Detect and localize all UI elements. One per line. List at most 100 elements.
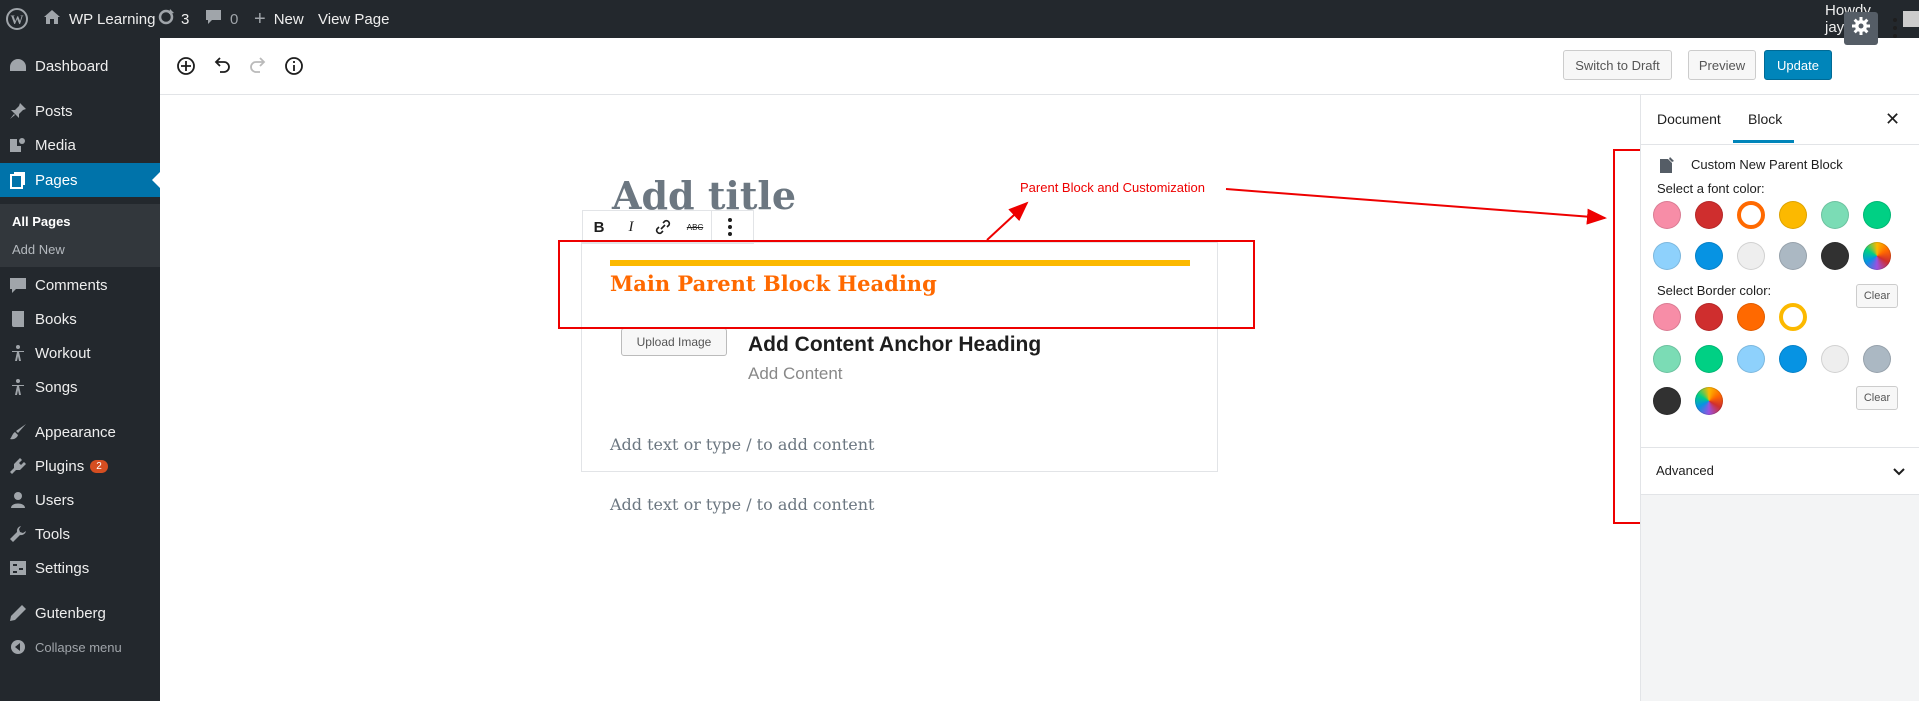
annotation-label: Parent Block and Customization [1020,180,1205,195]
submenu-all-pages[interactable]: All Pages [12,214,71,229]
font-color-swatch[interactable] [1779,242,1807,270]
plugins-update-badge: 2 [90,460,108,474]
sidebar-item-tools[interactable]: Tools [0,517,160,551]
sidebar-item-songs[interactable]: Songs [0,370,160,404]
font-color-swatch[interactable] [1863,242,1891,270]
annotation-box-block [558,240,1255,329]
comment-icon [8,275,28,295]
tab-block[interactable]: Block [1748,111,1782,127]
border-color-swatch[interactable] [1779,345,1807,373]
collapse-menu-button[interactable]: Collapse menu [0,630,160,664]
active-menu-arrow [152,172,160,188]
link-icon[interactable] [647,211,679,243]
add-content-field[interactable]: Add Content [748,364,843,384]
undo-icon[interactable] [210,54,234,78]
font-color-swatch[interactable] [1695,242,1723,270]
bold-button[interactable]: B [583,211,615,243]
content-anchor-heading[interactable]: Add Content Anchor Heading [748,333,1041,357]
sidebar-item-label: Dashboard [35,57,109,75]
pages-submenu: All Pages Add New [0,204,160,267]
figure-icon [8,343,28,363]
settings-icon [8,558,28,578]
view-page-label: View Page [318,10,390,28]
border-color-swatch[interactable] [1653,345,1681,373]
advanced-label: Advanced [1656,463,1714,478]
border-color-swatch[interactable] [1695,345,1723,373]
block-toolbar: B I ABC [582,210,754,244]
figure-icon [8,377,28,397]
italic-button[interactable]: I [615,211,647,243]
font-color-swatch[interactable] [1821,201,1849,229]
border-color-swatch[interactable] [1863,345,1891,373]
sidebar-item-workout[interactable]: Workout [0,336,160,370]
sidebar-item-books[interactable]: Books [0,302,160,336]
book-icon [8,309,28,329]
preview-button[interactable]: Preview [1688,50,1756,80]
font-color-swatch[interactable] [1695,201,1723,229]
sidebar-item-pages[interactable]: Pages [0,163,160,197]
svg-text:W: W [11,12,24,27]
font-color-swatch[interactable] [1653,242,1681,270]
sidebar-item-posts[interactable]: Posts [0,94,160,128]
border-color-swatch[interactable] [1653,303,1681,331]
advanced-panel-toggle[interactable]: Advanced [1641,447,1919,495]
updates-link[interactable]: 3 [157,0,189,38]
info-icon[interactable] [282,54,306,78]
sidebar-item-plugins[interactable]: Plugins 2 [0,449,160,483]
editor-toolbar: Switch to Draft Preview Update [160,38,1919,95]
settings-toggle-button[interactable] [1844,12,1878,45]
font-color-clear-button[interactable]: Clear [1856,284,1898,308]
sidebar-item-label: Comments [35,276,108,294]
refresh-icon [157,8,175,30]
new-content-link[interactable]: + New [254,0,304,38]
new-label: New [273,10,304,28]
pin-icon [8,101,28,121]
updates-count: 3 [181,10,190,28]
site-name-link[interactable]: WP Learning [43,0,155,38]
wordpress-logo-icon[interactable]: W [6,0,28,38]
active-tab-indicator [1733,140,1794,143]
border-color-swatch[interactable] [1779,303,1807,331]
border-color-clear-button[interactable]: Clear [1856,386,1898,410]
pencil-icon [8,603,28,623]
update-button[interactable]: Update [1764,50,1832,80]
sidebar-item-media[interactable]: Media [0,128,160,162]
sidebar-item-gutenberg[interactable]: Gutenberg [0,596,160,630]
view-page-link[interactable]: View Page [318,0,389,38]
add-block-icon[interactable] [174,54,198,78]
tab-document[interactable]: Document [1657,111,1721,127]
sidebar-item-label: Gutenberg [35,604,106,622]
font-color-swatch[interactable] [1737,201,1765,229]
font-color-swatch[interactable] [1779,201,1807,229]
admin-bar: W WP Learning 3 0 + New View Page Howdy,… [0,0,1919,38]
close-icon[interactable]: ✕ [1885,109,1900,130]
gear-icon [1851,16,1871,41]
sidebar-item-settings[interactable]: Settings [0,551,160,585]
font-color-swatch[interactable] [1863,201,1891,229]
strikethrough-button[interactable]: ABC [679,211,711,243]
switch-to-draft-button[interactable]: Switch to Draft [1563,50,1672,80]
submenu-add-new[interactable]: Add New [12,242,65,257]
redo-icon[interactable] [246,54,270,78]
inner-paragraph-placeholder[interactable]: Add text or type / to add content [610,435,874,454]
border-color-swatch[interactable] [1653,387,1681,415]
more-options-icon[interactable] [1890,16,1900,40]
border-color-swatch[interactable] [1737,303,1765,331]
dashboard-icon [8,56,28,76]
paragraph-placeholder[interactable]: Add text or type / to add content [610,495,874,514]
sidebar-item-dashboard[interactable]: Dashboard [0,49,160,83]
sidebar-item-users[interactable]: Users [0,483,160,517]
font-color-swatch[interactable] [1653,201,1681,229]
font-color-swatch[interactable] [1737,242,1765,270]
upload-image-button[interactable]: Upload Image [621,328,727,356]
border-color-swatch[interactable] [1821,345,1849,373]
border-color-swatch[interactable] [1695,303,1723,331]
border-color-swatch[interactable] [1737,345,1765,373]
border-color-swatch[interactable] [1695,387,1723,415]
sidebar-item-label: Tools [35,525,71,543]
sidebar-item-comments[interactable]: Comments [0,268,160,302]
comments-link[interactable]: 0 [205,0,238,38]
sidebar-item-appearance[interactable]: Appearance [0,415,160,449]
font-color-swatch[interactable] [1821,242,1849,270]
block-more-options-icon[interactable] [711,211,748,243]
